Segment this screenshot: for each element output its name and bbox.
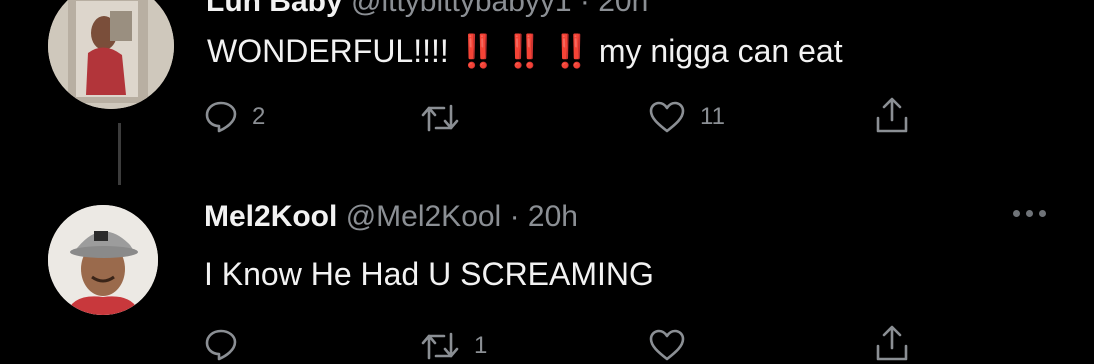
more-dot	[1026, 210, 1033, 217]
like-button[interactable]: 11	[648, 100, 725, 134]
retweet-button[interactable]	[420, 102, 474, 134]
tweet-2[interactable]: Mel2Kool @Mel2Kool · 20h I Know He Had U…	[0, 190, 1094, 364]
reply-count: 2	[252, 103, 266, 130]
tweet-header: Mel2Kool @Mel2Kool · 20h	[204, 200, 578, 234]
share-icon	[876, 325, 908, 361]
author-handle[interactable]: @Mel2Kool	[346, 200, 502, 233]
avatar-photo	[48, 0, 174, 109]
tweet-1[interactable]: Luh Baby @ittybittybabyy1 · 20h WONDERFU…	[0, 0, 1094, 190]
retweet-icon	[421, 104, 459, 132]
thread-connector-line	[118, 123, 121, 185]
retweet-icon	[421, 332, 459, 360]
avatar-photo	[48, 205, 158, 315]
tweet-header: Luh Baby @ittybittybabyy1 · 20h	[206, 0, 648, 19]
dot-separator: ·	[501, 200, 528, 233]
reply-icon	[205, 101, 237, 133]
tweet-time[interactable]: 20h	[528, 200, 578, 233]
share-button[interactable]	[874, 324, 910, 362]
like-button[interactable]	[648, 328, 700, 362]
heart-icon	[649, 329, 685, 361]
author-handle[interactable]: @ittybittybabyy1	[351, 0, 572, 18]
share-button[interactable]	[874, 96, 910, 134]
tweet-text-part: WONDERFUL!!!!	[207, 33, 449, 69]
reply-button[interactable]: 2	[204, 100, 265, 134]
reply-icon	[205, 329, 237, 361]
more-options-button[interactable]	[1013, 210, 1046, 217]
share-icon	[876, 97, 908, 133]
double-exclamation-emoji: ‼️ ‼️ ‼️	[457, 33, 591, 69]
tweet-text: I Know He Had U SCREAMING	[204, 256, 654, 292]
like-count: 11	[700, 103, 725, 130]
avatar[interactable]	[48, 205, 158, 315]
author-name[interactable]: Luh Baby	[206, 0, 343, 18]
heart-icon	[649, 101, 685, 133]
more-dot	[1013, 210, 1020, 217]
tweet-text-part: my nigga can eat	[598, 33, 843, 69]
retweet-button[interactable]: 1	[420, 330, 487, 362]
retweet-count: 1	[474, 332, 488, 359]
tweet-text: WONDERFUL!!!! ‼️ ‼️ ‼️ my nigga can eat	[207, 32, 843, 70]
more-dot	[1039, 210, 1046, 217]
avatar[interactable]	[48, 0, 174, 109]
tweet-time[interactable]: 20h	[598, 0, 648, 18]
author-name[interactable]: Mel2Kool	[204, 200, 337, 233]
reply-button[interactable]	[204, 328, 252, 362]
dot-separator: ·	[571, 0, 599, 18]
